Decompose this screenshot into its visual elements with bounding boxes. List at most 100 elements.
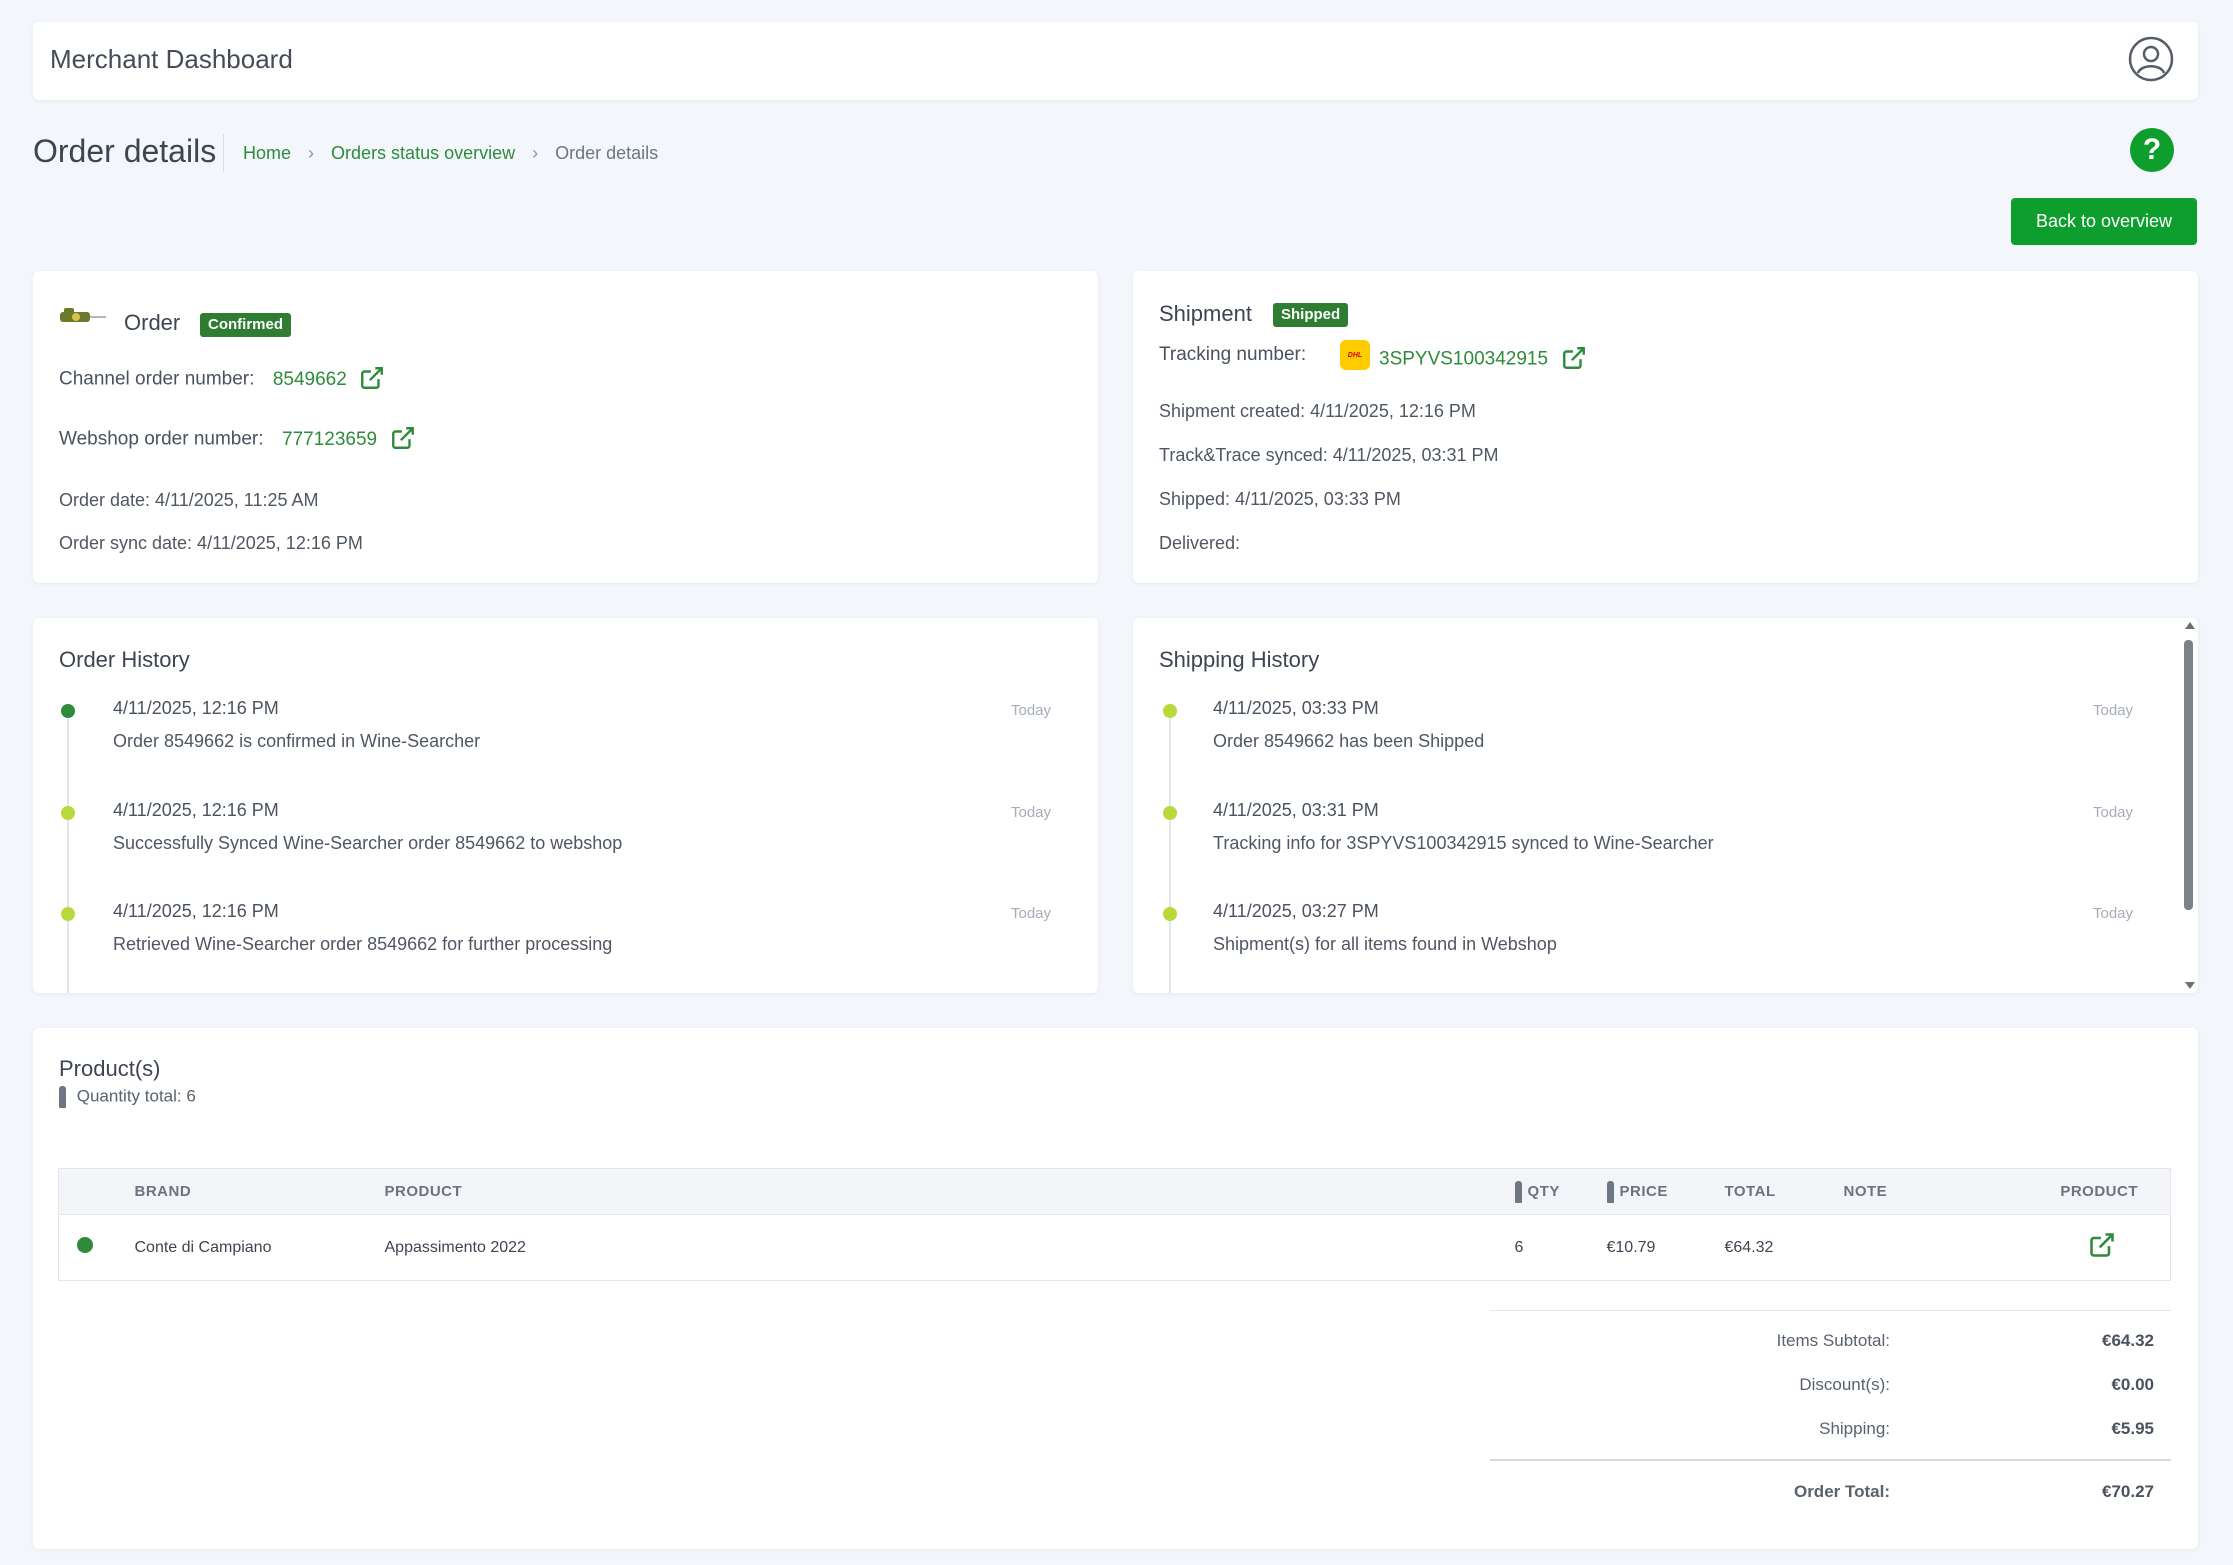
history-message: Order 8549662 is confirmed in Wine-Searc… [113, 731, 481, 751]
history-message: Retrieved Wine-Searcher order 8549662 fo… [113, 934, 613, 954]
history-day: Today [1011, 905, 1052, 922]
quantity-total: Quantity total: 6 [76, 1086, 196, 1106]
history-day: Today [1011, 804, 1052, 821]
channel-order-number-link[interactable]: 8549662 [273, 369, 347, 390]
note-cell [1844, 1215, 2044, 1281]
table-row: Conte di Campiano Appassimento 2022 6 €1… [59, 1215, 2171, 1281]
subtotal-label: Items Subtotal: [1776, 1331, 1890, 1350]
price-column-header: PRICE [1606, 1168, 1725, 1215]
shipment-title: Shipment [1159, 301, 1252, 326]
status-dot-icon [77, 1237, 93, 1253]
webshop-order-row: Webshop order number: 777123659 [59, 425, 416, 456]
shipment-created: Shipment created: 4/11/2025, 12:16 PM [1159, 401, 1476, 421]
history-message: Successfully Synced Wine-Searcher order … [113, 833, 623, 853]
shipping-history-day: Today [2093, 905, 2134, 922]
shipping-value: €5.95 [2111, 1419, 2154, 1438]
order-history-title: Order History [59, 647, 190, 672]
order-total-label: Order Total: [1793, 1482, 1890, 1501]
product-link-column-header: PRODUCT [2043, 1168, 2171, 1215]
status-column-header [58, 1168, 135, 1215]
shipping-history-day: Today [2093, 702, 2134, 719]
history-time: 4/11/2025, 12:16 PM [113, 800, 279, 820]
product-column-header: PRODUCT [384, 1168, 1515, 1215]
tracking-number-row: 3SPYVS100342915 [1379, 345, 1587, 376]
bottle-icon [1606, 1180, 1614, 1203]
shipping-history-card: Shipping History 4/11/2025, 03:33 PM Ord… [1133, 618, 2198, 993]
external-link-icon[interactable] [390, 425, 416, 456]
back-to-overview-button[interactable]: Back to overview [2011, 198, 2197, 245]
quantity-total-row: Quantity total: 6 [59, 1086, 196, 1108]
table-header-row: BRAND PRODUCT QTY PRICE TOTAL NOTE PRODU… [58, 1168, 2171, 1215]
bottle-icon [59, 1086, 66, 1108]
subtotal-value: €64.32 [2102, 1331, 2154, 1350]
shipment-card: Shipment Shipped Tracking number: DHL 3S… [1133, 271, 2198, 583]
shipping-history-title: Shipping History [1159, 647, 1320, 672]
webshop-order-number-link[interactable]: 777123659 [282, 429, 377, 450]
delivered-date: Delivered: [1159, 533, 1241, 553]
totals-top-divider [1490, 1310, 2171, 1311]
shipping-history-time: 4/11/2025, 03:33 PM [1213, 698, 1379, 718]
breadcrumb-home-link[interactable]: Home [243, 143, 291, 163]
shipping-history-time: 4/11/2025, 03:27 PM [1213, 901, 1379, 921]
bottle-icon [1514, 1180, 1522, 1203]
external-link-icon[interactable] [1561, 345, 1587, 376]
history-time: 4/11/2025, 12:16 PM [113, 901, 279, 921]
breadcrumb-separator-icon: › [308, 143, 315, 163]
breadcrumb-current: Order details [555, 143, 659, 163]
shipping-history-day: Today [2093, 804, 2134, 821]
timeline-dot-icon [1163, 806, 1177, 820]
brand-cell: Conte di Campiano [134, 1238, 272, 1256]
help-button[interactable]: ? [2130, 128, 2174, 172]
user-avatar-icon[interactable] [2128, 36, 2174, 82]
scrollbar-thumb[interactable] [2184, 640, 2193, 910]
scroll-up-arrow-icon[interactable] [2185, 622, 2195, 629]
products-title: Product(s) [59, 1056, 161, 1081]
timeline-dot-icon [1163, 907, 1177, 921]
order-title: Order [124, 310, 181, 335]
product-cell: Appassimento 2022 [384, 1238, 526, 1256]
timeline-dot-icon [1163, 704, 1177, 718]
total-cell: €64.32 [1724, 1238, 1774, 1256]
qty-cell: 6 [1514, 1238, 1524, 1256]
channel-logo-icon [58, 303, 110, 332]
shipped-date: Shipped: 4/11/2025, 03:33 PM [1159, 489, 1401, 509]
breadcrumb-separator-icon: › [532, 143, 539, 163]
order-history-card: Order History 4/11/2025, 12:16 PM Order … [33, 618, 1098, 993]
scroll-down-arrow-icon[interactable] [2185, 982, 2195, 989]
timeline-dot-icon [61, 704, 75, 718]
order-total-value: €70.27 [2102, 1482, 2154, 1501]
track-trace-synced: Track&Trace synced: 4/11/2025, 03:31 PM [1159, 445, 1499, 465]
brand-column-header: BRAND [134, 1168, 385, 1215]
tracking-number-link[interactable]: 3SPYVS100342915 [1379, 349, 1548, 370]
shipping-history-message: Order 8549662 has been Shipped [1213, 731, 1485, 751]
external-link-icon[interactable] [359, 365, 385, 396]
tracking-label: Tracking number: [1159, 344, 1307, 365]
breadcrumb-orders-overview-link[interactable]: Orders status overview [331, 143, 515, 163]
order-sync-date: Order sync date: 4/11/2025, 12:16 PM [59, 533, 363, 553]
channel-order-row: Channel order number: 8549662 [59, 365, 385, 396]
order-card: Order Confirmed Channel order number: 85… [33, 271, 1098, 583]
discount-value: €0.00 [2111, 1375, 2154, 1394]
shipping-history-message: Shipment(s) for all items found in Websh… [1213, 934, 1557, 954]
timeline-line [1169, 710, 1171, 993]
totals-bottom-divider [1490, 1459, 2171, 1461]
webshop-order-label: Webshop order number: [59, 428, 264, 450]
title-divider [223, 134, 224, 172]
shipping-label: Shipping: [1819, 1419, 1890, 1438]
shipment-status-badge: Shipped [1273, 303, 1349, 327]
channel-order-label: Channel order number: [59, 368, 255, 390]
price-cell: €10.79 [1606, 1238, 1656, 1256]
shipping-history-time: 4/11/2025, 03:31 PM [1213, 800, 1379, 820]
timeline-dot-icon [61, 907, 75, 921]
order-status-badge: Confirmed [200, 313, 291, 337]
page-title: Order details [33, 133, 217, 169]
row-status-cell [59, 1215, 135, 1281]
shipping-history-message: Tracking info for 3SPYVS100342915 synced… [1213, 833, 1714, 853]
products-card: Product(s) Quantity total: 6 BRAND PRODU… [33, 1028, 2198, 1549]
note-column-header: NOTE [1843, 1168, 2044, 1215]
discount-label: Discount(s): [1799, 1375, 1890, 1394]
tracking-row: Tracking number: [1159, 344, 1306, 366]
external-link-icon[interactable] [2088, 1231, 2116, 1264]
timeline-line [67, 710, 69, 993]
product-link-cell [2044, 1215, 2171, 1281]
